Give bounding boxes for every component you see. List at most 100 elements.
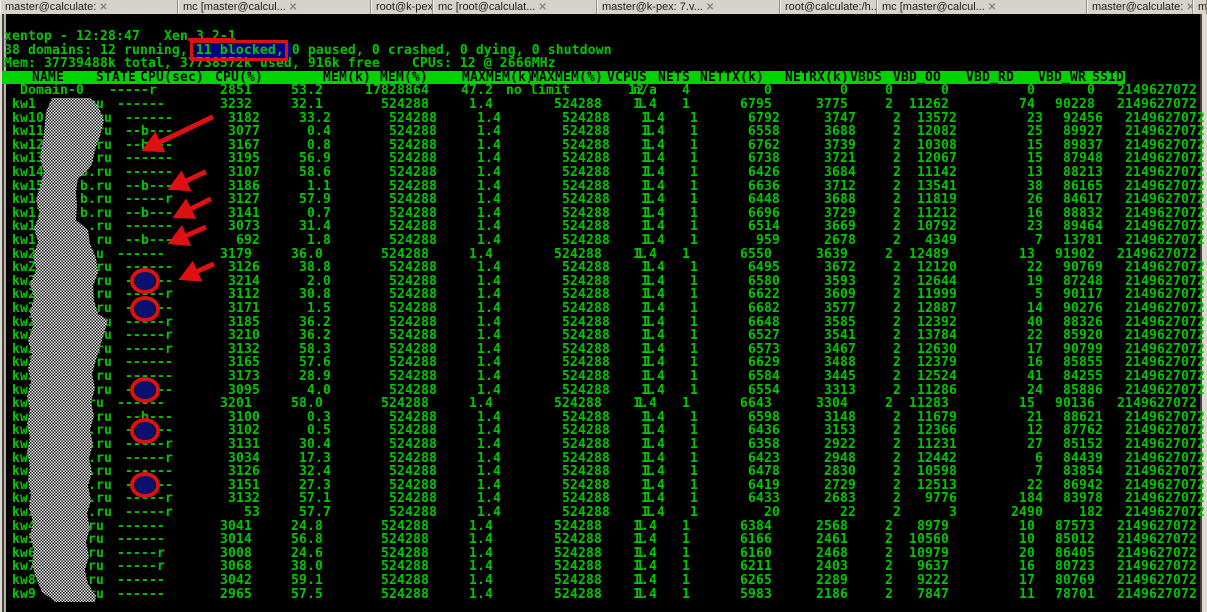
cell-maxmem_k: 524288 [504,112,610,126]
cell-netrx: 3721 [784,152,856,166]
table-row: kw34.ru------312632.45242881.45242881.41… [0,465,1207,479]
close-icon[interactable]: ✕ [988,2,996,13]
cell-vbd_rd: 23 [961,220,1043,234]
cell-mem_k: 524288 [323,248,429,262]
cell-nets: 1 [656,139,698,153]
close-icon[interactable]: ✕ [99,2,107,13]
terminal-tab[interactable]: root@k-pex:/hom...✕ [371,0,433,14]
cell-maxmem_k: 524288 [504,125,610,139]
cell-maxmem_k: 524288 [504,166,610,180]
column-header-maxmemk: MAXMEM(k) [462,71,534,85]
cell-nettx: 6358 [702,438,780,452]
cell-vbd_wr: 85920 [1047,329,1103,343]
close-icon[interactable]: ✕ [538,2,546,13]
cell-nets: 1 [648,547,690,561]
close-icon[interactable]: ✕ [706,2,714,13]
cell-mem_k: 524288 [331,207,437,221]
cell-maxmem_k: 524288 [496,248,602,262]
cell-mem_pct: 1.4 [441,207,501,221]
domain-state: ------ [125,220,173,234]
cell-vbds: 2 [861,288,901,302]
cell-cpu_pct: 36.2 [263,329,331,343]
cell-vcpus: 1 [610,193,652,207]
cell-cpu_sec: 3034 [168,452,260,466]
terminal-tab[interactable]: mc [master@calcul...✕ [178,0,371,14]
column-header-ssid: SSID [1092,71,1124,85]
cell-mem_pct: 1.4 [441,329,501,343]
cell-cpu_sec: 3100 [168,411,260,425]
tab-label: master@calculate: [1,1,98,13]
cell-netrx: 3712 [784,180,856,194]
terminal-tab[interactable]: root@calculate:/h...✕ [780,0,877,14]
cell-cpu_pct: 38.8 [263,261,331,275]
cell-vbd_oo: 10792 [905,220,957,234]
terminal-tab[interactable]: master@k-pex: 7.v...✕ [597,0,780,14]
cell-vbd_wr: 84617 [1047,193,1103,207]
cell-vbd_wr: 92456 [1047,112,1103,126]
cell-vbd_wr: 87248 [1047,275,1103,289]
cell-cpu_pct: 31.4 [263,220,331,234]
cell-maxmem_k: 524288 [504,492,610,506]
cell-netrx: 2289 [776,574,848,588]
table-row: kw23ru--b---31711.55242881.45242881.4116… [0,302,1207,316]
cell-vbd_wr: 89927 [1047,125,1103,139]
cell-vcpus: 1 [610,329,652,343]
cell-maxmem_k: 524288 [504,329,610,343]
table-row: Domain-0-----r285153.21782886447.2no lim… [0,84,1207,98]
cell-netrx: 2403 [776,560,848,574]
cell-cpu_pct: 36.2 [263,316,331,330]
table-row: kw26ru-----r313258.35242881.45242881.411… [0,343,1207,357]
cell-cpu_pct: 56.8 [255,533,323,547]
cell-nets: 1 [656,207,698,221]
cell-ssid: 2149627072 [1109,574,1197,588]
cell-cpu_sec: 692 [168,234,260,248]
cell-vcpus: 1 [602,533,644,547]
cell-ssid: 2149627072 [1117,411,1205,425]
terminal-tab[interactable]: mc [root@calculat...✕ [433,0,597,14]
cell-vbd_rd: 14 [961,302,1043,316]
cell-mem_k: 524288 [331,261,437,275]
terminal-tab[interactable]: mc [master@calcul...✕ [877,0,1087,14]
close-icon[interactable]: ✕ [289,2,297,13]
cell-netrx: 2461 [776,533,848,547]
cell-vbd_oo: 11679 [905,411,957,425]
circle-annotation [130,377,160,403]
cell-vbd_wr: 86405 [1039,547,1095,561]
cell-vcpus: 1 [610,356,652,370]
close-icon[interactable]: ✕ [1186,2,1193,13]
cell-vbds: 2 [861,329,901,343]
cell-vbd_oo: 12120 [905,261,957,275]
cell-mem_pct: 1.4 [441,234,501,248]
cell-ssid: 2149627072 [1117,193,1205,207]
terminal-tab[interactable]: master@calculate:✕ [1087,0,1193,14]
terminal-tab[interactable]: master@calculate:✕ [0,0,178,14]
screenshot-root: master@calculate:✕mc [master@calcul...✕r… [0,0,1207,612]
cell-netrx: 3304 [776,397,848,411]
cell-mem_pct: 1.4 [433,98,493,112]
cell-vbd_wr: 80769 [1039,574,1095,588]
cell-vbds: 2 [861,261,901,275]
cell-netrx: 22 [784,506,856,520]
cell-nets: 1 [656,438,698,452]
cell-nettx: 6738 [702,152,780,166]
cell-vbd_rd: 2490 [961,506,1043,520]
cell-mem_pct: 1.4 [441,479,501,493]
cell-vbd_oo: 13784 [905,329,957,343]
cell-ssid: 2149627072 [1117,316,1205,330]
tab-label: mc [master@calcul... [179,1,288,13]
domain-state: --b--- [125,125,173,139]
cell-cpu_sec: 3173 [168,370,260,384]
cell-nets: 1 [648,397,690,411]
terminal-tab[interactable]: mas [1193,0,1207,14]
cell-vbd_oo: 11819 [905,193,957,207]
cell-vcpus: 1 [610,411,652,425]
cell-mem_k: 524288 [323,547,429,561]
cell-mem_pct: 1.4 [433,248,493,262]
table-row: kw33.ru-----r303417.35242881.45242881.41… [0,452,1207,466]
cell-mem_k: 524288 [323,98,429,112]
cell-nettx: 6426 [702,166,780,180]
cell-nettx: 6795 [694,98,772,112]
cell-vcpus: 1 [610,166,652,180]
table-row: kw30.ru--b---31000.35242881.45242881.411… [0,411,1207,425]
cell-vbd_oo: 12887 [905,302,957,316]
